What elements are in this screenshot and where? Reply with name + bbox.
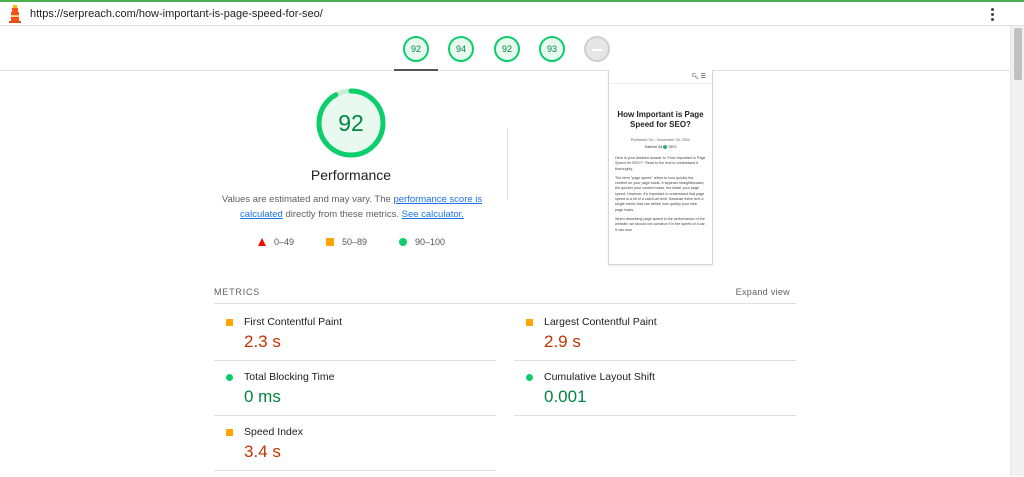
metrics-heading: METRICS	[214, 287, 261, 297]
metric-value: 2.9 s	[544, 332, 581, 351]
gauge-accessibility[interactable]: 94	[448, 36, 474, 62]
metric-largest-contentful-paint: Largest Contentful Paint 2.9 s	[514, 313, 794, 367]
row-divider	[514, 360, 796, 361]
expand-view-button[interactable]: Expand view	[700, 287, 790, 297]
average-square-icon	[226, 319, 233, 326]
row-divider	[514, 415, 796, 416]
metric-name: Total Blocking Time	[244, 371, 335, 383]
metrics-divider	[214, 303, 796, 304]
see-calculator-link[interactable]: See calculator.	[402, 209, 464, 220]
performance-title: Performance	[310, 167, 392, 183]
row-divider	[214, 360, 496, 361]
metric-speed-index: Speed Index 3.4 s	[214, 423, 494, 477]
gauge-seo[interactable]: 93	[539, 36, 565, 62]
search-menu-icon: 🔍︎ ☰	[691, 74, 706, 80]
gauge-pwa[interactable]	[584, 36, 610, 62]
square-icon	[326, 238, 334, 246]
metric-value: 2.3 s	[244, 332, 281, 351]
screenshot-author: Saleine Ali SEO	[609, 145, 712, 149]
category-gauges-bar: 92 94 92 93	[0, 27, 1010, 71]
performance-score: 92	[338, 109, 364, 136]
metric-cumulative-layout-shift: Cumulative Layout Shift 0.001	[514, 368, 794, 422]
tag-icon	[663, 145, 668, 149]
screenshot-title: How Important is Page Speed for SEO?	[617, 110, 704, 129]
description-text: Values are estimated and may vary. The	[221, 194, 394, 205]
screenshot-published: Published On - November 26, 2022	[630, 138, 691, 142]
performance-description: Values are estimated and may vary. The p…	[214, 192, 490, 222]
gauge-best-practices[interactable]: 92	[494, 36, 520, 62]
good-circle-icon	[526, 374, 533, 381]
legend-average: 50–89	[326, 237, 367, 247]
metric-first-contentful-paint: First Contentful Paint 2.3 s	[214, 313, 494, 367]
legend-average-label: 50–89	[342, 237, 368, 247]
author-tag: SEO	[668, 145, 677, 149]
final-screenshot[interactable]: 🔍︎ ☰ How Important is Page Speed for SEO…	[608, 70, 713, 265]
vertical-divider	[507, 128, 508, 200]
more-options-icon[interactable]	[986, 5, 998, 23]
browser-bar: https://serpreach.com/how-important-is-p…	[0, 0, 1024, 26]
metric-name: Largest Contentful Paint	[544, 316, 657, 328]
gauge-performance[interactable]: 92	[403, 36, 429, 62]
triangle-icon	[258, 238, 266, 246]
legend-poor-label: 0–49	[274, 237, 295, 247]
screenshot-paragraph: Here is your detailed answer to "How Imp…	[615, 156, 706, 171]
url-text[interactable]: https://serpreach.com/how-important-is-p…	[30, 8, 323, 20]
pwa-icon	[592, 48, 602, 51]
active-tab-indicator	[394, 69, 438, 71]
vertical-scrollbar[interactable]	[1010, 26, 1024, 476]
average-square-icon	[226, 429, 233, 436]
metric-value: 0.001	[544, 387, 587, 406]
lighthouse-logo-icon	[9, 5, 21, 23]
metric-value: 3.4 s	[244, 442, 281, 461]
screenshot-header: 🔍︎ ☰	[609, 70, 712, 84]
metric-value: 0 ms	[244, 387, 281, 406]
author-name: Saleine Ali	[644, 145, 663, 149]
screenshot-paragraph: The term "page speed" refers to how quic…	[615, 175, 705, 212]
scrollbar-thumb[interactable]	[1014, 28, 1022, 80]
row-divider	[214, 415, 496, 416]
good-circle-icon	[226, 374, 233, 381]
legend-good-label: 90–100	[415, 237, 446, 247]
legend-poor: 0–49	[258, 237, 294, 247]
description-text-2: directly from these metrics.	[282, 209, 402, 220]
screenshot-body: Here is your detailed answer to "How Imp…	[609, 156, 712, 233]
average-square-icon	[526, 319, 533, 326]
metric-name: First Contentful Paint	[244, 316, 343, 328]
screenshot-paragraph: When describing page speed in the perfor…	[615, 216, 706, 232]
metric-name: Cumulative Layout Shift	[544, 371, 655, 383]
metric-total-blocking-time: Total Blocking Time 0 ms	[214, 368, 494, 422]
row-divider	[214, 470, 496, 471]
metric-name: Speed Index	[244, 426, 303, 438]
legend-good: 90–100	[399, 237, 445, 247]
circle-icon	[399, 238, 407, 246]
